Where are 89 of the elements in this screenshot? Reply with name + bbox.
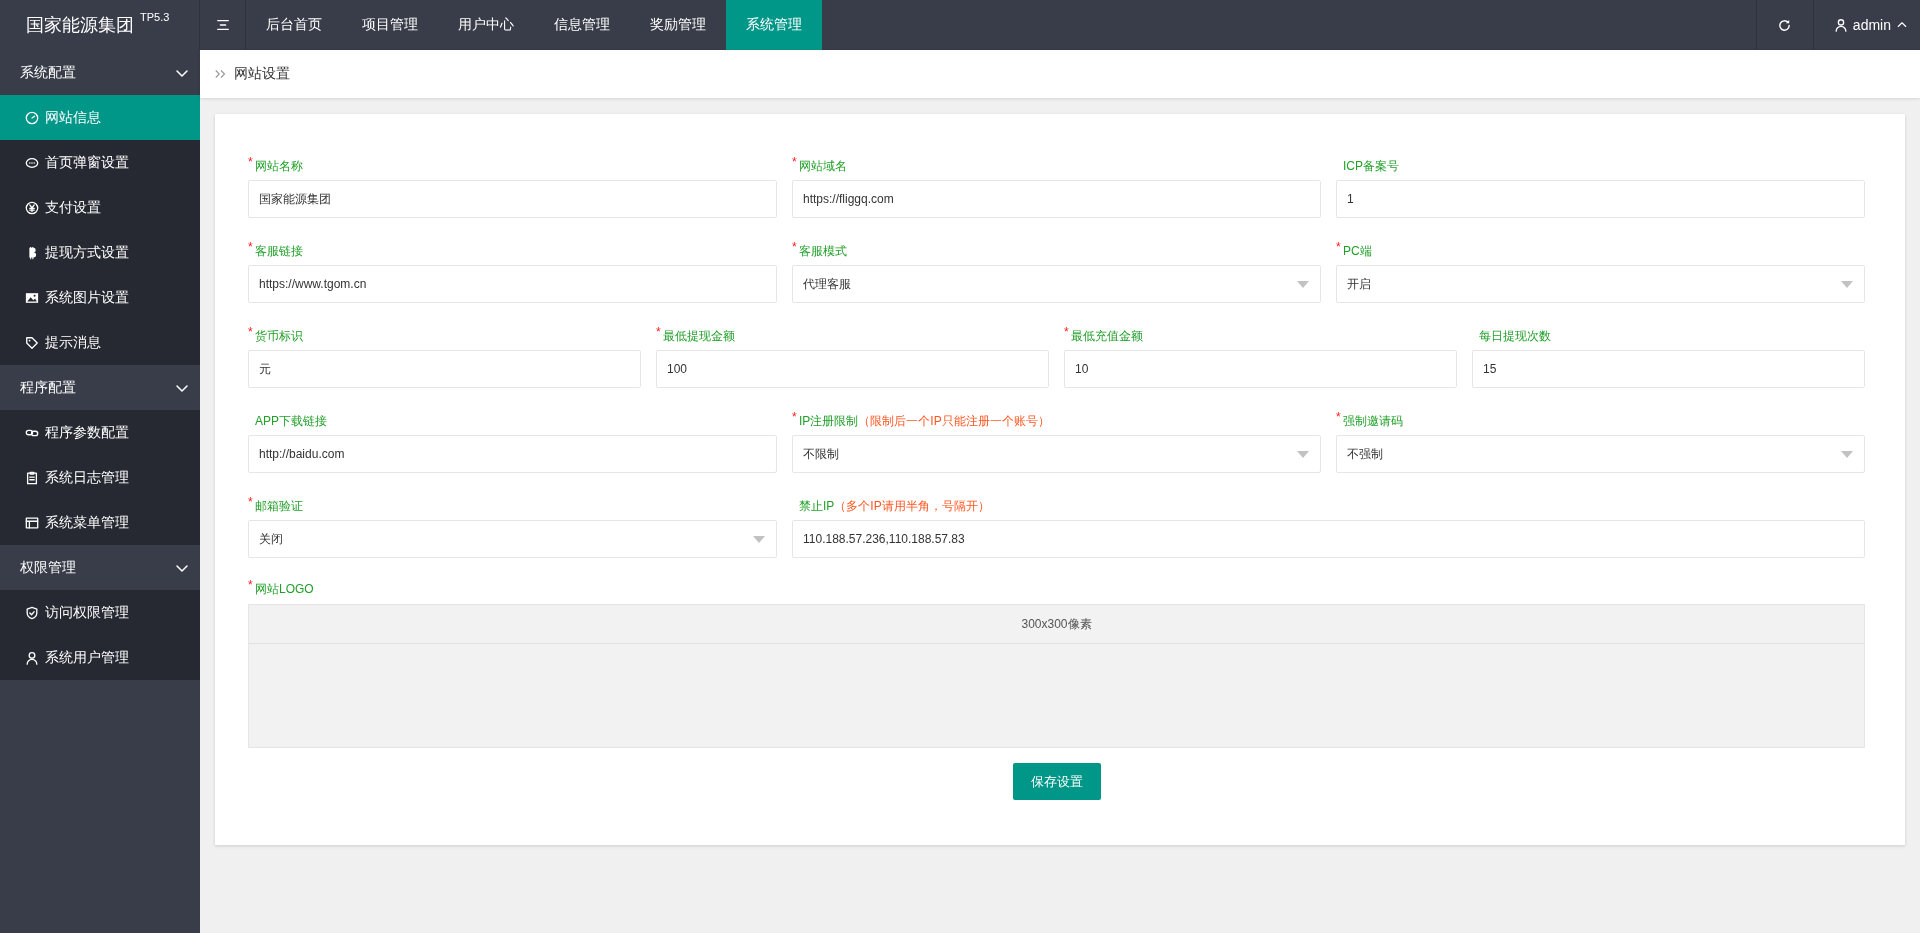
field-label: 最低提现金额	[663, 328, 735, 345]
upload-area[interactable]: 300x300像素	[248, 604, 1865, 748]
sidebar-item[interactable]: 提现方式设置	[0, 230, 200, 275]
select-field[interactable]: 不限制	[792, 435, 1321, 473]
size-hint: 300x300像素	[1021, 615, 1092, 633]
nav-tab[interactable]: 系统管理	[726, 0, 822, 50]
input-field[interactable]: http://baidu.com	[248, 435, 777, 473]
required-mark: *	[1336, 240, 1341, 254]
field-label: 每日提现次数	[1479, 328, 1551, 345]
group-label: 权限管理	[20, 558, 76, 577]
sidebar-item[interactable]: 支付设置	[0, 185, 200, 230]
required-mark: *	[248, 155, 253, 169]
refresh-icon[interactable]	[1777, 17, 1793, 33]
select-field[interactable]: 不强制	[1336, 435, 1865, 473]
required-mark: *	[656, 325, 661, 339]
yen-icon	[25, 200, 39, 215]
field-label: PC端	[1343, 243, 1372, 260]
input-field[interactable]: 国家能源集团	[248, 180, 777, 218]
field-label: 网站域名	[799, 158, 847, 175]
sidebar-item[interactable]: 系统图片设置	[0, 275, 200, 320]
required-mark: *	[1336, 410, 1341, 424]
sidebar-item[interactable]: 程序参数配置	[0, 410, 200, 455]
gauge-icon	[25, 110, 39, 125]
input-field[interactable]: 元	[248, 350, 641, 388]
required-mark: *	[792, 240, 797, 254]
breadcrumb: 网站设置	[234, 65, 290, 83]
input-field[interactable]: 110.188.57.236,110.188.57.83	[792, 520, 1865, 558]
input-field[interactable]: https://fliggq.com	[792, 180, 1321, 218]
nav-tab[interactable]: 信息管理	[534, 0, 630, 50]
menu-icon[interactable]	[215, 18, 230, 32]
required-mark: *	[792, 155, 797, 169]
window-icon	[25, 515, 39, 530]
required-mark: *	[248, 578, 253, 592]
sidebar-item[interactable]: 系统用户管理	[0, 635, 200, 680]
nav-tab[interactable]: 用户中心	[438, 0, 534, 50]
field-label: 邮箱验证	[255, 498, 303, 515]
group-label: 系统配置	[20, 63, 76, 82]
field-label: 货币标识	[255, 328, 303, 345]
sidebar-item[interactable]: 网站信息	[0, 95, 200, 140]
user-icon	[1833, 18, 1848, 32]
input-field[interactable]: https://www.tgom.cn	[248, 265, 777, 303]
nav-tab[interactable]: 后台首页	[246, 0, 342, 50]
required-mark: *	[248, 325, 253, 339]
required-mark: *	[792, 410, 797, 424]
select-field[interactable]: 开启	[1336, 265, 1865, 303]
field-label: IP注册限制	[799, 413, 859, 430]
brand-name: 国家能源集团	[26, 14, 134, 37]
sidebar-item[interactable]: 首页弹窗设置	[0, 140, 200, 185]
field-label: 客服链接	[255, 243, 303, 260]
image-icon	[25, 290, 39, 305]
sidebar-item[interactable]: 提示消息	[0, 320, 200, 365]
field-label: ICP备案号	[1343, 158, 1399, 175]
tag-icon	[25, 335, 39, 350]
sidebar-item[interactable]: 系统菜单管理	[0, 500, 200, 545]
nav-tab[interactable]: 奖励管理	[630, 0, 726, 50]
caret-icon	[752, 534, 766, 544]
nav-tab[interactable]: 项目管理	[342, 0, 438, 50]
caret-icon	[1840, 279, 1854, 289]
field-hint: （多个IP请用半角，号隔开）	[834, 498, 990, 515]
caret-icon	[1296, 449, 1310, 459]
field-label: 网站LOGO	[255, 582, 314, 596]
version-label: TP5.3	[140, 11, 170, 23]
save-button[interactable]: 保存设置	[1012, 763, 1101, 800]
field-label: 强制邀请码	[1343, 413, 1403, 430]
select-field[interactable]: 代理客服	[792, 265, 1321, 303]
caret-icon	[1840, 449, 1854, 459]
field-label: 禁止IP	[799, 498, 835, 515]
input-field[interactable]: 100	[656, 350, 1049, 388]
required-mark: *	[1064, 325, 1069, 339]
caret-icon	[1296, 279, 1310, 289]
input-field[interactable]: 10	[1064, 350, 1457, 388]
user-icon	[25, 650, 39, 665]
input-field[interactable]: 15	[1472, 350, 1865, 388]
sidebar-item[interactable]: 系统日志管理	[0, 455, 200, 500]
required-mark: *	[248, 240, 253, 254]
chat-icon	[25, 155, 39, 170]
group-label: 程序配置	[20, 378, 76, 397]
double-chevron-icon	[214, 67, 228, 81]
clipboard-icon	[25, 470, 39, 485]
field-hint: （限制后一个IP只能注册一个账号）	[858, 413, 1050, 430]
select-field[interactable]: 关闭	[248, 520, 777, 558]
field-label: 网站名称	[255, 158, 303, 175]
sidebar-item[interactable]: 访问权限管理	[0, 590, 200, 635]
required-mark: *	[248, 495, 253, 509]
field-label: 最低充值金额	[1071, 328, 1143, 345]
shield-icon	[25, 605, 39, 620]
field-label: APP下载链接	[255, 413, 327, 430]
field-label: 客服模式	[799, 243, 847, 260]
input-field[interactable]: 1	[1336, 180, 1865, 218]
